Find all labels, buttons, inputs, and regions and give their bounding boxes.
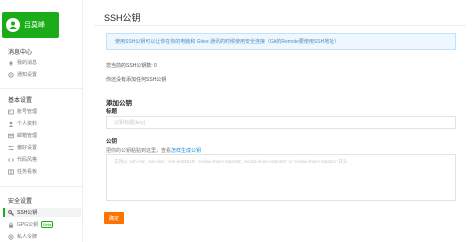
key-icon	[8, 209, 14, 216]
sidebar-item-task-board[interactable]: 任务看板	[8, 167, 78, 176]
title-label: 标题	[106, 109, 118, 115]
divider	[0, 186, 82, 187]
info-notice: 使用SSH公钥可以让你在你的电脑和 Gitee 通讯的时候使用安全连接（Git的…	[106, 33, 456, 50]
user-name: 吕莫峰	[24, 22, 45, 29]
sidebar-item-profile[interactable]: 个人资料	[8, 119, 78, 128]
avatar	[6, 18, 20, 32]
sidebar-item-label: 通知设置	[17, 72, 38, 78]
sidebar-item-label: SSH公钥	[17, 210, 38, 216]
sidebar-item-preferences[interactable]: 偏好设置	[8, 143, 78, 152]
add-key-heading: 添加公钥	[106, 100, 132, 107]
sidebar-item-private-tokens[interactable]: 私人令牌	[8, 232, 78, 241]
key-count: 您当前的SSH公钥数: 0	[106, 63, 157, 69]
sidebar-item-gpg-keys[interactable]: GPG公钥 Beta	[8, 220, 78, 229]
sidebar-item-email[interactable]: 邮箱管理	[8, 131, 78, 140]
sliders-icon	[8, 145, 14, 151]
sidebar: 吕莫峰 消息中心 我的消息 通知设置 基本设置 账号管理 个人资料 邮箱管理 偏…	[0, 0, 83, 242]
user-card-icon	[8, 109, 14, 115]
sidebar-item-label: 邮箱管理	[17, 133, 38, 139]
page-title: SSH公钥	[104, 13, 141, 23]
sidebar-item-label: GPG公钥	[17, 222, 39, 228]
code-icon	[8, 157, 14, 163]
token-icon	[8, 233, 14, 240]
board-icon	[8, 168, 14, 175]
sidebar-item-label: 偏好设置	[17, 145, 38, 151]
divider	[0, 88, 82, 89]
section-title-security: 安全设置	[8, 199, 33, 205]
notice-text: 使用SSH公钥可以让你在你的电脑和 Gitee 通讯的时候使用安全连接（Git的…	[115, 39, 340, 45]
section-title-basic: 基本设置	[8, 98, 33, 104]
sidebar-item-label: 任务看板	[17, 169, 38, 175]
sidebar-item-label: 账号管理	[17, 109, 38, 115]
beta-badge: Beta	[41, 221, 54, 228]
sidebar-item-my-messages[interactable]: 我的消息	[8, 58, 78, 67]
title-divider	[94, 25, 466, 26]
sidebar-item-label: 私人令牌	[17, 234, 38, 240]
mail-icon	[8, 133, 14, 139]
key-title-input[interactable]	[106, 116, 456, 129]
user-card[interactable]: 吕莫峰	[2, 12, 59, 38]
sidebar-item-label: 我的消息	[17, 60, 38, 66]
lock-icon	[8, 222, 14, 228]
user-avatar-icon	[9, 21, 17, 29]
person-icon	[8, 121, 14, 127]
empty-state-text: 你还没有添加任何SSH公钥	[106, 77, 167, 83]
sidebar-item-label: 个人资料	[17, 121, 38, 127]
sidebar-item-code-style[interactable]: 代码风格	[8, 155, 78, 164]
sidebar-item-ssh-keys[interactable]: SSH公钥	[3, 208, 81, 217]
section-title-messages: 消息中心	[8, 50, 33, 56]
sidebar-item-label: 代码风格	[17, 157, 38, 163]
key-label: 公钥	[106, 139, 118, 145]
gear-icon	[8, 71, 14, 78]
submit-button[interactable]: 确定	[104, 212, 124, 224]
bell-icon	[8, 60, 14, 66]
sidebar-item-account[interactable]: 账号管理	[8, 107, 78, 116]
public-key-textarea[interactable]	[106, 154, 456, 201]
sidebar-item-notification-settings[interactable]: 通知设置	[8, 70, 78, 79]
key-hint: 把你的公钥粘贴到这里，查看怎样生成公钥	[106, 147, 201, 154]
